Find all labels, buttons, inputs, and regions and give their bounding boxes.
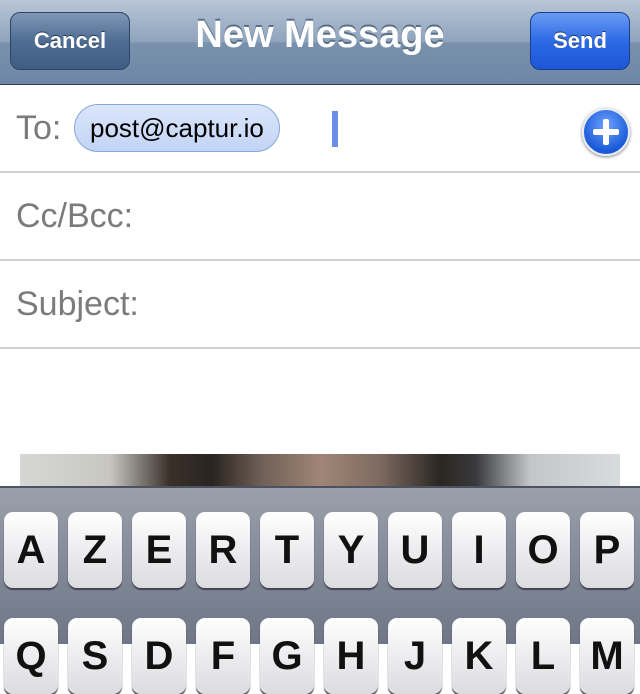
text-cursor [332,111,338,147]
key[interactable]: Y [324,512,378,588]
subject-field[interactable]: Subject: [0,261,640,349]
plus-circle-icon[interactable] [582,108,630,156]
cc-bcc-field[interactable]: Cc/Bcc: [0,173,640,261]
key[interactable]: R [196,512,250,588]
key[interactable]: G [260,618,314,694]
keyboard: A Z E R T Y U I O P Q S D F G H J K L M [0,486,640,694]
key[interactable]: P [580,512,634,588]
attached-photo [20,454,620,486]
key[interactable]: A [4,512,58,588]
key[interactable]: L [516,618,570,694]
key[interactable]: H [324,618,378,694]
key[interactable]: Q [4,618,58,694]
key[interactable]: Z [68,512,122,588]
key[interactable]: K [452,618,506,694]
key[interactable]: I [452,512,506,588]
send-button[interactable]: Send [530,12,630,70]
key[interactable]: D [132,618,186,694]
key[interactable]: F [196,618,250,694]
key[interactable]: S [68,618,122,694]
key[interactable]: T [260,512,314,588]
to-label: To: [16,109,62,147]
to-field[interactable]: To: post@captur.io [0,85,640,173]
navigation-bar: Cancel New Message Send [0,0,640,85]
key[interactable]: E [132,512,186,588]
key[interactable]: U [388,512,442,588]
message-body[interactable] [0,350,640,486]
key[interactable]: J [388,618,442,694]
key[interactable]: O [516,512,570,588]
cc-bcc-label: Cc/Bcc: [16,197,134,235]
subject-label: Subject: [16,285,139,323]
recipient-chip[interactable]: post@captur.io [74,104,280,152]
key[interactable]: M [580,618,634,694]
